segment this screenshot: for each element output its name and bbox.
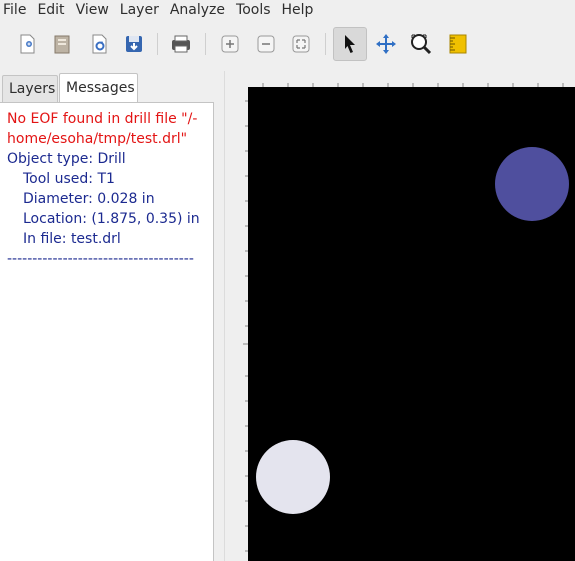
zoom-out-icon: [257, 35, 275, 53]
tab-layers[interactable]: Layers: [2, 75, 58, 103]
error-message: No EOF found in drill file "/-: [7, 111, 198, 127]
object-type: Object type: Drill: [7, 151, 126, 167]
zoom-in-button[interactable]: [215, 29, 245, 59]
menu-tools[interactable]: Tools: [233, 0, 279, 21]
menu-help[interactable]: Help: [279, 0, 322, 21]
menu-edit[interactable]: Edit: [34, 0, 72, 21]
zoom-fit-icon: [292, 35, 310, 53]
open-button[interactable]: [47, 29, 77, 59]
save-icon: [126, 36, 142, 52]
zoom-out-button[interactable]: [251, 29, 281, 59]
measure-tool-button[interactable]: [443, 29, 473, 59]
new-file-icon: [20, 34, 35, 54]
pan-tool-button[interactable]: [371, 29, 401, 59]
zoom-fit-button[interactable]: [286, 29, 316, 59]
measure-icon: [449, 34, 467, 54]
drawing-canvas[interactable]: [248, 87, 575, 561]
menu-analyze[interactable]: Analyze: [167, 0, 233, 21]
pointer-icon: [345, 35, 355, 53]
location: Location: (1.875, 0.35) in: [23, 211, 200, 227]
zoom-tool-icon: [411, 34, 432, 55]
ruler-ticks: [262, 83, 564, 87]
revert-icon: [92, 34, 107, 54]
tab-messages[interactable]: Messages: [59, 73, 138, 104]
sidebar-tabs: Layers Messages: [0, 73, 215, 104]
pan-icon: [376, 34, 396, 54]
open-folder-icon: [54, 35, 70, 54]
menu-bar: File Edit View Layer Analyze Tools Help: [0, 0, 575, 21]
print-button[interactable]: [166, 29, 196, 59]
toolbar-separator: [205, 33, 206, 55]
menu-file[interactable]: File: [0, 0, 34, 21]
zoom-tool-button[interactable]: [406, 29, 436, 59]
separator-line: -------------------------------------: [7, 251, 194, 267]
pointer-tool-button[interactable]: [333, 27, 367, 61]
ruler-ticks: [243, 100, 249, 552]
toolbar-separator: [325, 33, 326, 55]
toolbar: [0, 21, 575, 71]
gerbv-window: File Edit View Layer Analyze Tools Help: [0, 0, 575, 561]
new-file-button[interactable]: [12, 29, 42, 59]
drill-hole-selected[interactable]: [495, 147, 569, 221]
horizontal-ruler: [248, 71, 575, 87]
revert-button[interactable]: [84, 29, 114, 59]
save-button[interactable]: [119, 29, 149, 59]
print-icon: [172, 35, 190, 53]
error-message-path: home/esoha/tmp/test.drl": [7, 131, 188, 147]
tool-used: Tool used: T1: [23, 171, 115, 187]
toolbar-separator: [157, 33, 158, 55]
diameter: Diameter: 0.028 in: [23, 191, 155, 207]
vertical-ruler: [224, 71, 249, 561]
drill-hole[interactable]: [256, 440, 330, 514]
messages-panel: No EOF found in drill file "/- home/esoh…: [0, 102, 214, 561]
in-file: In file: test.drl: [23, 231, 121, 247]
zoom-in-icon: [221, 35, 239, 53]
menu-layer[interactable]: Layer: [117, 0, 167, 21]
menu-view[interactable]: View: [73, 0, 117, 21]
